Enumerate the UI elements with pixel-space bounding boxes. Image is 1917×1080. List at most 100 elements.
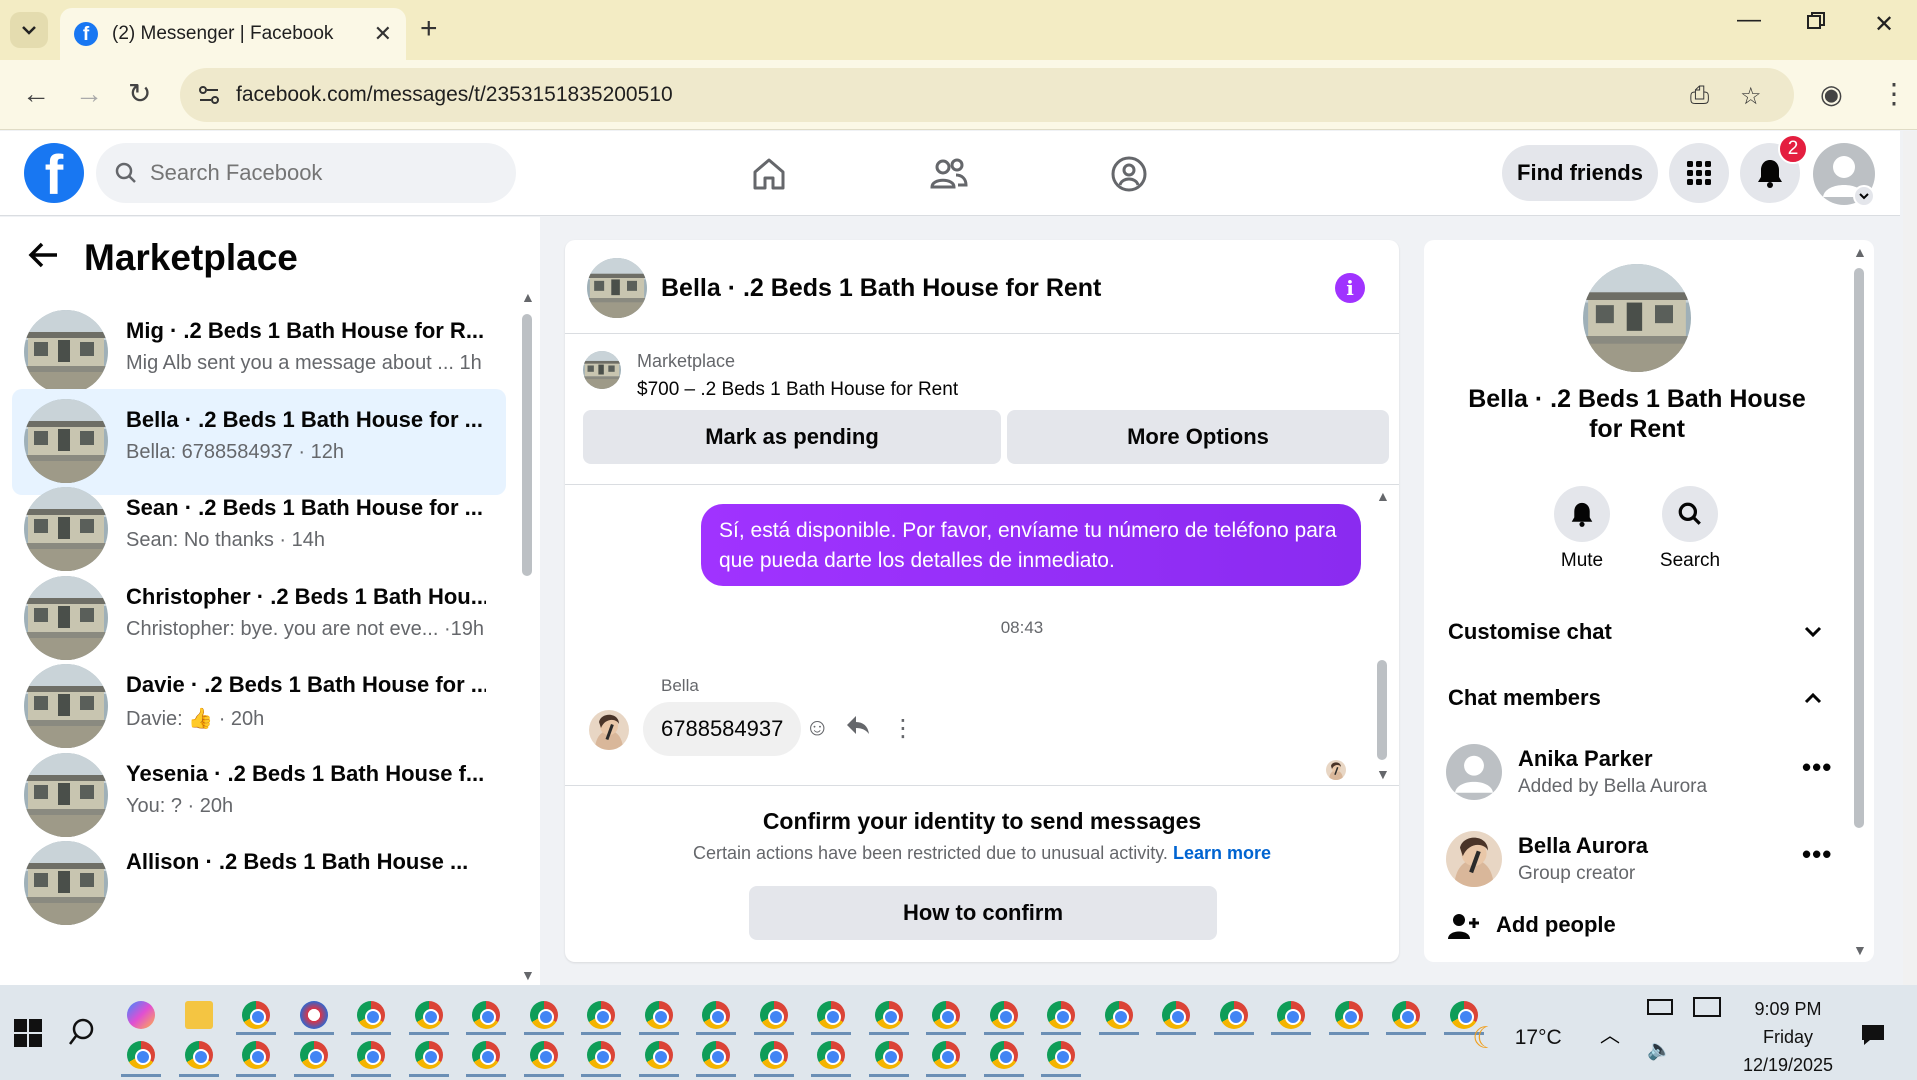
info-scroll-down-arrow[interactable]: ▼ <box>1853 942 1867 958</box>
search-in-chat-button[interactable] <box>1662 486 1718 542</box>
chrome-window-icon[interactable] <box>874 1041 903 1069</box>
back-arrow-icon[interactable] <box>28 239 60 278</box>
chrome-window-icon[interactable] <box>989 1041 1018 1069</box>
member-row-anika[interactable]: Anika Parker Added by Bella Aurora ••• <box>1446 738 1836 808</box>
conversation-item[interactable]: Allison · .2 Beds 1 Bath House ... <box>12 831 506 937</box>
scroll-up-arrow[interactable]: ▲ <box>521 289 535 305</box>
chevron-down-icon[interactable] <box>1804 618 1822 644</box>
chrome-window-icon[interactable] <box>1047 1041 1075 1069</box>
chrome-window-icon[interactable] <box>1162 1001 1190 1029</box>
chat-avatar[interactable] <box>587 258 647 318</box>
facebook-logo-icon[interactable]: f <box>24 143 84 203</box>
chevron-up-icon[interactable] <box>1804 684 1822 710</box>
minimize-window-button[interactable]: — <box>1737 6 1761 34</box>
sender-avatar[interactable] <box>589 710 629 750</box>
tab-close-icon[interactable]: ✕ <box>374 21 392 47</box>
chrome-window-icon[interactable] <box>702 1041 730 1069</box>
reply-icon[interactable] <box>845 714 871 743</box>
home-nav-button[interactable] <box>739 149 799 199</box>
more-options-button[interactable]: More Options <box>1007 410 1389 464</box>
battery-icon[interactable] <box>1647 999 1673 1015</box>
customise-chat-section[interactable]: Customise chat <box>1448 619 1612 645</box>
chat-title[interactable]: Bella · .2 Beds 1 Bath House for Rent <box>661 274 1101 303</box>
member-options-icon[interactable]: ••• <box>1802 752 1832 783</box>
chrome-window-icon[interactable] <box>357 1001 385 1029</box>
network-icon[interactable] <box>1693 997 1721 1017</box>
conversation-list-scrollbar[interactable] <box>522 314 532 576</box>
incoming-message-bubble[interactable]: 6788584937 <box>643 702 802 756</box>
windows-start-icon[interactable] <box>14 1019 42 1052</box>
chrome-window-icon[interactable] <box>1392 1001 1420 1029</box>
back-button[interactable]: ← <box>22 78 50 110</box>
chrome-window-icon[interactable] <box>1277 1001 1305 1029</box>
react-emoji-icon[interactable]: ☺ <box>805 714 830 742</box>
member-avatar[interactable] <box>1446 744 1502 800</box>
profile-icon[interactable]: ◉ <box>1820 78 1843 110</box>
chrome-window-icon[interactable] <box>932 1001 960 1029</box>
chrome-window-icon[interactable] <box>587 1001 615 1029</box>
account-chevron-icon[interactable] <box>1853 185 1875 207</box>
file-explorer-app-icon[interactable] <box>184 1001 213 1029</box>
restore-window-button[interactable] <box>1806 10 1826 38</box>
more-actions-icon[interactable]: ⋮ <box>891 714 915 743</box>
learn-more-link[interactable]: Learn more <box>1173 843 1271 863</box>
chrome-window-icon[interactable] <box>127 1041 155 1069</box>
copilot-app-icon[interactable] <box>127 1001 155 1029</box>
browser-tab-messenger[interactable]: f (2) Messenger | Facebook ✕ <box>60 8 406 60</box>
tab-search-dropdown-button[interactable] <box>10 12 48 48</box>
outgoing-message-bubble[interactable]: Sí, está disponible. Por favor, envíame … <box>701 504 1361 586</box>
chrome-window-icon[interactable] <box>644 1001 673 1029</box>
system-clock[interactable]: 9:09 PM Friday 12/19/2025 <box>1728 995 1848 1079</box>
chrome-window-icon[interactable] <box>529 1001 558 1029</box>
add-people-button[interactable]: Add people <box>1448 912 1616 945</box>
member-avatar[interactable] <box>1446 831 1502 887</box>
chrome-window-icon[interactable] <box>817 1041 845 1069</box>
mute-button[interactable] <box>1554 486 1610 542</box>
taskbar-search-icon[interactable] <box>68 1017 96 1052</box>
chrome-window-icon[interactable] <box>702 1001 730 1029</box>
chrome-window-icon[interactable] <box>759 1001 788 1029</box>
install-app-icon[interactable]: ⎙ <box>1690 82 1709 110</box>
info-pane-scrollbar[interactable] <box>1854 268 1864 828</box>
page-scrollbar[interactable] <box>1903 131 1917 985</box>
chrome-window-icon[interactable] <box>357 1041 385 1069</box>
menu-grid-button[interactable] <box>1669 143 1729 203</box>
chrome-window-icon[interactable] <box>932 1041 960 1069</box>
friends-nav-button[interactable] <box>919 149 979 199</box>
chat-scroll-up-arrow[interactable]: ▲ <box>1376 488 1390 504</box>
chrome-window-icon[interactable] <box>414 1001 443 1029</box>
chrome-window-icon[interactable] <box>759 1041 788 1069</box>
paint-app-icon[interactable] <box>299 1001 328 1029</box>
member-options-icon[interactable]: ••• <box>1802 839 1832 870</box>
forward-button[interactable]: → <box>75 78 103 110</box>
notification-center-icon[interactable] <box>1860 1023 1886 1052</box>
chrome-window-icon[interactable] <box>472 1041 500 1069</box>
chrome-window-icon[interactable] <box>1047 1001 1075 1029</box>
tray-overflow-icon[interactable]: ︿ <box>1600 1019 1620 1048</box>
chrome-window-icon[interactable] <box>299 1041 328 1069</box>
chrome-window-icon[interactable] <box>184 1041 213 1069</box>
chrome-window-icon[interactable] <box>587 1041 615 1069</box>
chrome-window-icon[interactable] <box>644 1041 673 1069</box>
scroll-down-arrow[interactable]: ▼ <box>521 967 535 983</box>
address-bar[interactable]: facebook.com/messages/t/2353151835200510… <box>180 68 1794 122</box>
bookmark-star-icon[interactable]: ☆ <box>1740 82 1762 111</box>
chrome-window-icon[interactable] <box>874 1001 903 1029</box>
facebook-search-input[interactable] <box>150 160 480 186</box>
chrome-window-icon[interactable] <box>414 1041 443 1069</box>
chrome-window-icon[interactable] <box>242 1001 270 1029</box>
find-friends-button[interactable]: Find friends <box>1502 145 1658 201</box>
chat-scroll-down-arrow[interactable]: ▼ <box>1376 766 1390 782</box>
chrome-window-icon[interactable] <box>1334 1001 1363 1029</box>
group-avatar[interactable] <box>1583 264 1691 372</box>
volume-icon[interactable]: 🔈 <box>1647 1037 1672 1062</box>
reload-button[interactable]: ↻ <box>128 78 151 110</box>
chrome-window-icon[interactable] <box>817 1001 845 1029</box>
chrome-window-icon[interactable] <box>529 1041 558 1069</box>
member-row-bella[interactable]: Bella Aurora Group creator ••• <box>1446 825 1836 895</box>
site-info-icon[interactable] <box>196 82 222 108</box>
new-tab-button[interactable]: + <box>420 14 438 44</box>
chrome-window-icon[interactable] <box>1219 1001 1248 1029</box>
chat-scrollbar[interactable] <box>1377 660 1387 760</box>
groups-nav-button[interactable] <box>1099 149 1159 199</box>
